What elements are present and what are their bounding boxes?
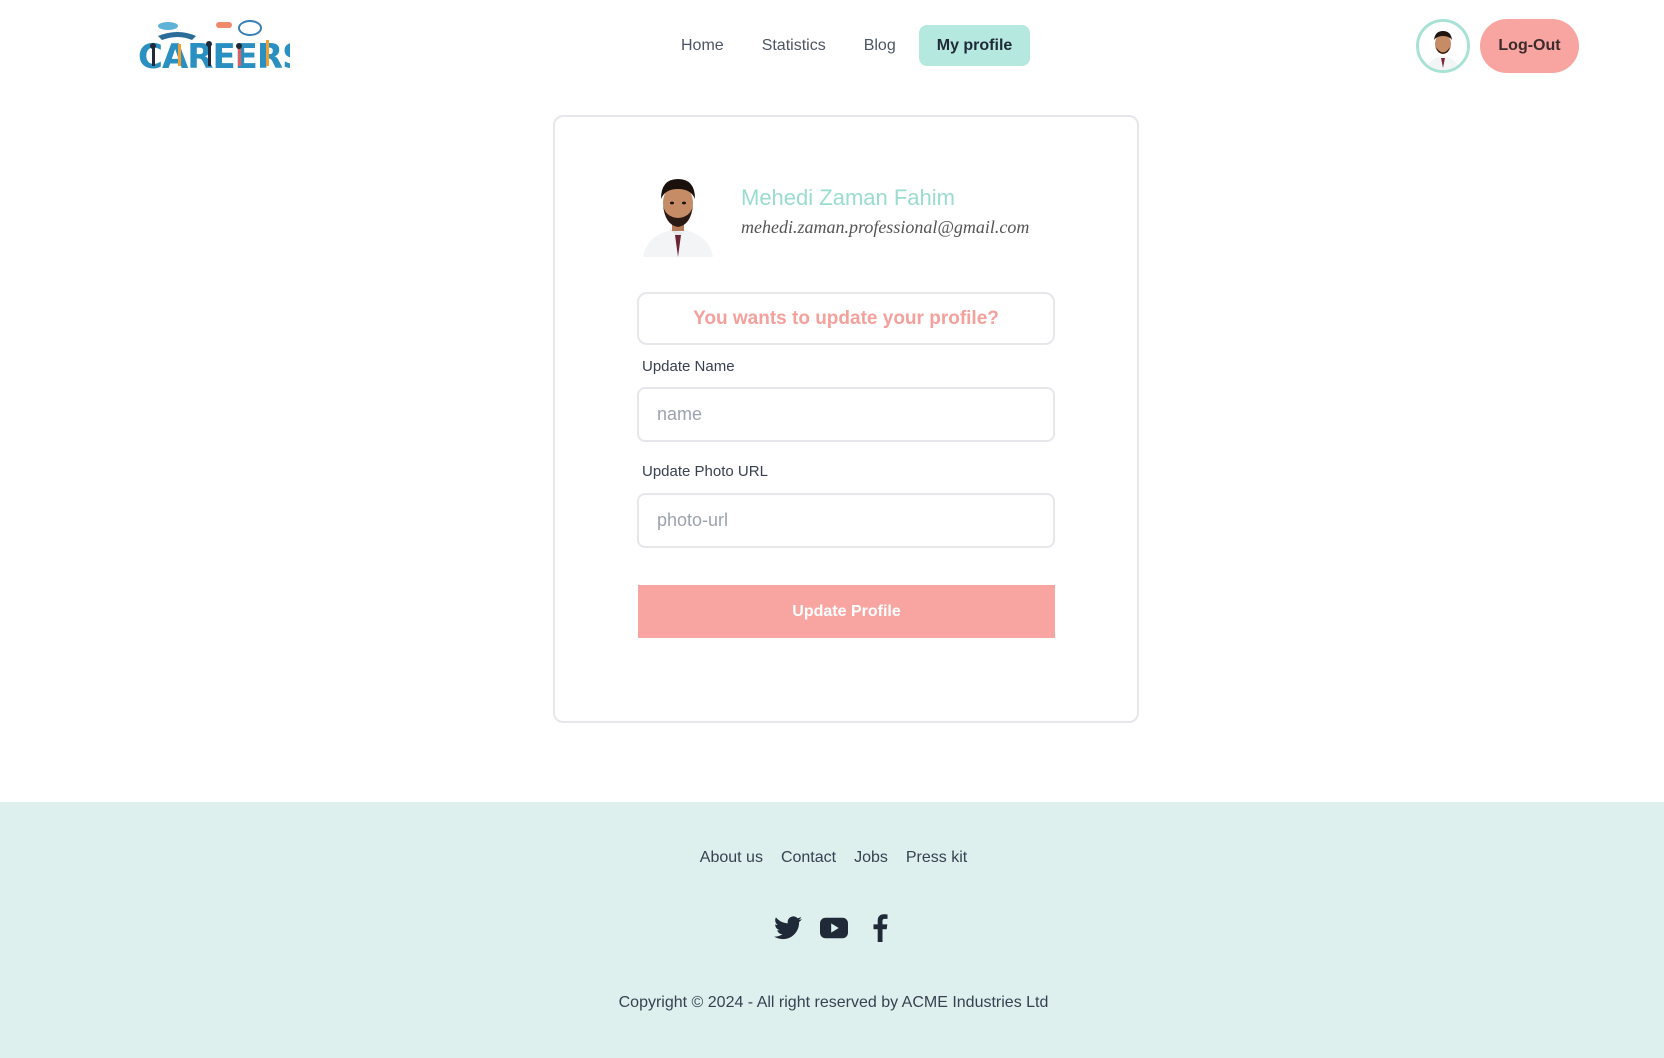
nav-my-profile-link[interactable]: My profile — [918, 25, 1031, 66]
update-name-label: Update Name — [642, 358, 735, 375]
careers-logo[interactable]: CAREERS — [138, 18, 307, 77]
update-photo-url-label: Update Photo URL — [642, 463, 768, 480]
social-links — [0, 914, 1664, 942]
navbar: CAREERS Home Statistics Blog My profile … — [0, 0, 1664, 92]
footer-press-kit-link[interactable]: Press kit — [906, 849, 967, 867]
update-profile-button[interactable]: Update Profile — [638, 585, 1055, 638]
nav-home-link[interactable]: Home — [666, 25, 739, 66]
footer-about-link[interactable]: About us — [700, 849, 763, 867]
copyright-text: Copyright © 2024 - All right reserved by… — [618, 994, 1049, 1011]
twitter-icon[interactable] — [773, 914, 802, 942]
profile-name: Mehedi Zaman Fahim — [741, 185, 955, 210]
update-question-banner: You wants to update your profile? — [637, 292, 1055, 345]
footer-contact-link[interactable]: Contact — [781, 849, 836, 867]
footer-nav: About us Contact Jobs Press kit — [0, 849, 1664, 867]
user-avatar[interactable] — [1416, 19, 1470, 73]
footer-jobs-link[interactable]: Jobs — [854, 849, 888, 867]
photo-url-input[interactable] — [637, 493, 1055, 548]
name-input[interactable] — [637, 387, 1055, 442]
youtube-icon[interactable] — [819, 914, 848, 942]
facebook-icon[interactable] — [866, 914, 894, 942]
nav-blog-link[interactable]: Blog — [849, 25, 911, 66]
profile-card: Mehedi Zaman Fahim mehedi.zaman.professi… — [553, 115, 1139, 723]
profile-photo — [641, 167, 715, 257]
nav-statistics-link[interactable]: Statistics — [747, 25, 841, 66]
main-nav: Home Statistics Blog My profile — [666, 25, 1031, 66]
logout-button[interactable]: Log-Out — [1480, 19, 1579, 73]
profile-email: mehedi.zaman.professional@gmail.com — [741, 217, 1030, 237]
footer: About us Contact Jobs Press kit Copyrigh… — [0, 802, 1664, 1058]
